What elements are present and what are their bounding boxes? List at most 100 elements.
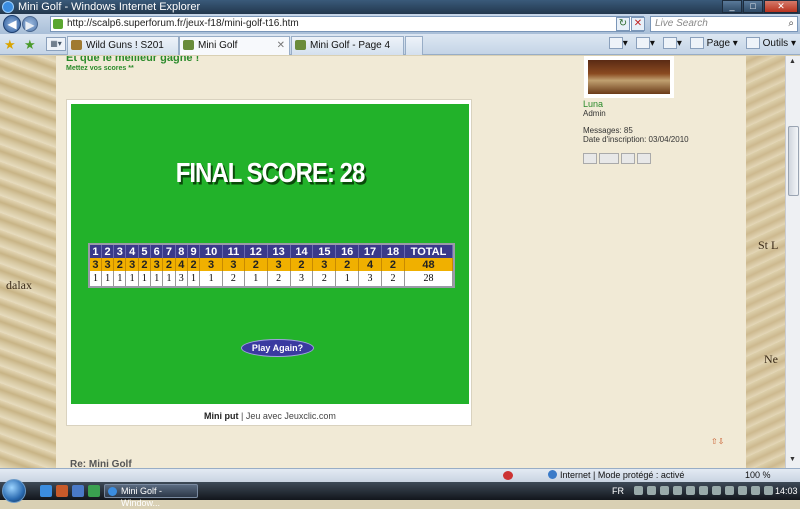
- scroll-down-icon[interactable]: ▼: [789, 456, 796, 463]
- credit-separator: |: [238, 411, 246, 421]
- map-background-left: dalax: [0, 56, 56, 468]
- strokes-cell: 1: [90, 271, 102, 286]
- firefox-quicklaunch-icon[interactable]: [56, 485, 68, 497]
- hole-number-cell: 5: [138, 245, 152, 258]
- start-button[interactable]: [2, 479, 26, 503]
- search-icon[interactable]: ⌕: [788, 17, 794, 31]
- forward-button[interactable]: ▶: [22, 16, 38, 32]
- language-indicator[interactable]: FR: [612, 482, 624, 500]
- strokes-cell: 1: [244, 271, 268, 286]
- game-canvas[interactable]: FINAL SCORE: 28 1 2 3 4 5 6 7 8 9 10 11 12 13 14 15 16 1…: [71, 104, 469, 404]
- command-bar: ▾ ▾ ▾ Page ▾ Outils ▾: [608, 37, 796, 51]
- feeds-icon[interactable]: ▾: [635, 37, 655, 51]
- ie-quicklaunch-icon[interactable]: [40, 485, 52, 497]
- strokes-cell: 2: [222, 271, 245, 286]
- par-cell: 3: [267, 258, 291, 271]
- scroll-thumb[interactable]: [788, 126, 799, 196]
- tab-mini-golf-page-4[interactable]: Mini Golf - Page 4: [291, 36, 404, 55]
- tray-icon[interactable]: [764, 486, 773, 495]
- search-placeholder: Live Search: [655, 18, 708, 29]
- favorites-star-icon[interactable]: ★: [4, 37, 16, 53]
- taskbar-window-button[interactable]: Mini Golf - Window...: [104, 484, 198, 508]
- title-bar: Mini Golf - Windows Internet Explorer _ …: [0, 0, 800, 14]
- show-desktop-icon[interactable]: [72, 485, 84, 497]
- page-menu[interactable]: Page ▾: [689, 37, 738, 51]
- tray-icon[interactable]: [725, 486, 734, 495]
- strokes-total: 28: [404, 271, 453, 286]
- username[interactable]: Luna: [583, 99, 603, 109]
- credit-link[interactable]: Jeu avec Jeuxclic.com: [246, 411, 336, 421]
- globe-icon: [548, 470, 557, 479]
- add-favorite-icon[interactable]: ★: [24, 37, 36, 53]
- tray-icon[interactable]: [660, 486, 669, 495]
- media-quicklaunch-icon[interactable]: [88, 485, 100, 497]
- par-cell: 2: [162, 258, 176, 271]
- strokes-cell: 1: [150, 271, 164, 286]
- game-name: Mini put: [204, 411, 239, 421]
- strokes-cell: 2: [267, 271, 291, 286]
- close-button[interactable]: ✕: [764, 0, 798, 13]
- forum-post: Et que le meilleur gagne ! Mettez vos sc…: [56, 56, 746, 468]
- refresh-icon[interactable]: ↻: [616, 17, 630, 31]
- search-input[interactable]: Live Search ⌕: [650, 16, 798, 32]
- par-cell: 3: [312, 258, 337, 271]
- window-controls: _ □ ✕: [722, 0, 798, 13]
- site-favicon-icon: [53, 19, 63, 29]
- tools-menu[interactable]: Outils ▾: [745, 37, 796, 51]
- private-message-icon[interactable]: [599, 153, 619, 164]
- scrollbar[interactable]: ▲ ▼: [785, 56, 800, 468]
- tray-icon[interactable]: [647, 486, 656, 495]
- url-text: http://scalp6.superforum.fr/jeux-f18/min…: [67, 18, 299, 29]
- website-icon[interactable]: [637, 153, 651, 164]
- tray-icon[interactable]: [699, 486, 708, 495]
- par-cell: 3: [101, 258, 115, 271]
- tray-icon[interactable]: [634, 486, 643, 495]
- ie-icon: [108, 487, 117, 496]
- par-cell: 2: [113, 258, 127, 271]
- play-again-button[interactable]: Play Again?: [241, 339, 314, 357]
- print-icon[interactable]: ▾: [662, 37, 682, 51]
- profile-icon[interactable]: [583, 153, 597, 164]
- tab-icon: [295, 40, 306, 50]
- tray-icon[interactable]: [712, 486, 721, 495]
- back-button[interactable]: ◀: [3, 15, 21, 33]
- hole-number-cell: 14: [290, 245, 314, 258]
- tab-icon: [71, 40, 82, 50]
- par-cell: 4: [358, 258, 382, 271]
- scroll-top-bottom-icon[interactable]: ⇧⇩: [711, 437, 724, 446]
- minimize-button[interactable]: _: [722, 0, 742, 13]
- page-content: dalax St L Ne Et que le meilleur gagne !…: [0, 56, 785, 468]
- zoom-level[interactable]: 100 %: [745, 469, 771, 482]
- taskbar-window-label: Mini Golf - Window...: [121, 486, 163, 508]
- stop-icon[interactable]: ✕: [631, 17, 645, 31]
- maximize-button[interactable]: □: [743, 0, 763, 13]
- email-icon[interactable]: [621, 153, 635, 164]
- window-title: Mini Golf - Windows Internet Explorer: [18, 1, 201, 13]
- hole-number-cell: 4: [125, 245, 139, 258]
- tab-mini-golf[interactable]: Mini Golf ✕: [179, 36, 290, 55]
- par-cell: 3: [199, 258, 224, 271]
- new-tab-button[interactable]: [405, 36, 423, 55]
- hole-number-cell: 3: [113, 245, 127, 258]
- tray-icon[interactable]: [673, 486, 682, 495]
- scroll-up-icon[interactable]: ▲: [789, 58, 796, 65]
- address-field[interactable]: http://scalp6.superforum.fr/jeux-f18/min…: [50, 16, 644, 32]
- hole-number-cell: 11: [222, 245, 245, 258]
- strokes-cell: 3: [358, 271, 382, 286]
- tray-icon[interactable]: [738, 486, 747, 495]
- popup-blocker-icon[interactable]: [503, 471, 513, 480]
- tab-wild-guns[interactable]: Wild Guns ! S201: [67, 36, 179, 55]
- hole-number-cell: 13: [267, 245, 291, 258]
- tray-icon[interactable]: [751, 486, 760, 495]
- post-title: Et que le meilleur gagne !: [66, 56, 200, 64]
- home-icon[interactable]: ▾: [608, 37, 628, 51]
- tray-icon[interactable]: [686, 486, 695, 495]
- profile-actions: [583, 153, 651, 164]
- map-label-left: dalax: [6, 278, 32, 292]
- quick-tabs-icon[interactable]: ▦▾: [46, 37, 66, 51]
- security-zone-label: Internet | Mode protégé : activé: [560, 470, 685, 480]
- hole-number-cell: 7: [162, 245, 176, 258]
- tab-close-icon[interactable]: ✕: [277, 37, 285, 54]
- par-cell: 2: [381, 258, 406, 271]
- strokes-cell: 1: [125, 271, 139, 286]
